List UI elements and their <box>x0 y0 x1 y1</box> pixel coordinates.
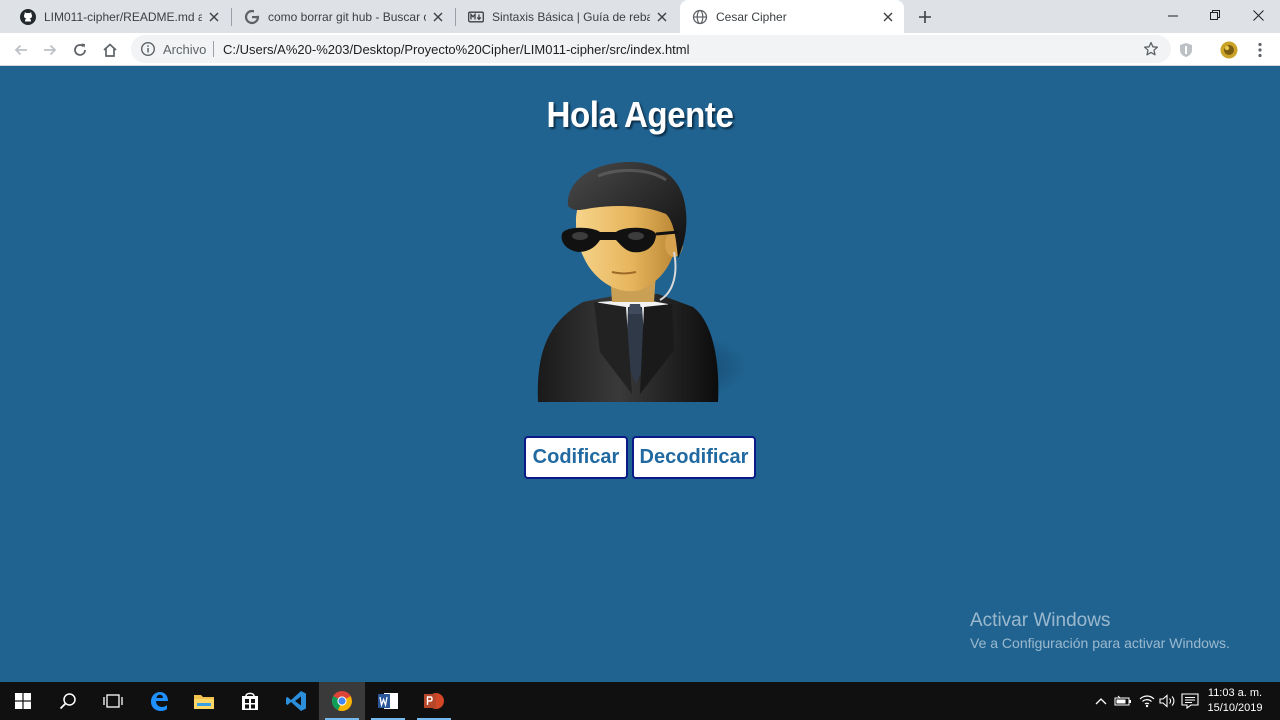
kebab-menu-icon <box>1258 42 1262 58</box>
battery-icon[interactable] <box>1114 693 1132 709</box>
close-icon[interactable] <box>430 9 446 25</box>
url-text[interactable]: C:/Users/A%20-%203/Desktop/Proyecto%20Ci… <box>223 42 690 57</box>
tab-cesar-cipher[interactable]: Cesar Cipher <box>680 0 904 33</box>
word-icon <box>378 693 398 709</box>
restore-button[interactable] <box>1192 0 1238 30</box>
divider <box>213 41 214 57</box>
start-button[interactable] <box>0 682 46 720</box>
page-title: Hola Agente <box>546 94 734 135</box>
bookmark-star-icon <box>1143 41 1159 56</box>
windows-taskbar: 11:03 a. m. 15/10/2019 <box>0 682 1280 720</box>
minimize-button[interactable] <box>1150 0 1196 30</box>
back-button[interactable] <box>8 37 34 63</box>
wifi-icon[interactable] <box>1138 693 1156 709</box>
file-explorer-icon <box>194 695 214 709</box>
edge-app[interactable] <box>136 682 182 720</box>
tab-google-search[interactable]: como borrar git hub - Buscar con <box>232 0 454 33</box>
chrome-icon <box>331 691 353 712</box>
clock-time: 11:03 a. m. <box>1207 687 1263 699</box>
tab-title: LIM011-cipher/README.md at m <box>44 9 202 24</box>
search-icon <box>59 693 76 710</box>
markdown-icon <box>468 9 484 25</box>
vscode-icon <box>286 691 306 711</box>
menu-button[interactable] <box>1251 41 1269 59</box>
close-icon <box>1252 9 1264 21</box>
task-view-icon <box>103 694 123 708</box>
secret-agent-avatar <box>528 162 752 412</box>
store-app[interactable] <box>227 682 273 720</box>
start-icon <box>15 693 31 709</box>
page-content: Hola Agente Codificar Decodificar Activa… <box>0 66 1280 682</box>
watermark-title: Activar Windows <box>970 610 1111 631</box>
home-icon <box>103 43 117 57</box>
profile-avatar[interactable] <box>1220 41 1238 59</box>
plus-icon <box>919 11 931 23</box>
vscode-app[interactable] <box>273 682 319 720</box>
security-label: Archivo <box>163 42 207 57</box>
powerpoint-app[interactable] <box>411 682 457 720</box>
file-explorer-app[interactable] <box>181 682 227 720</box>
extension-shield-icon[interactable] <box>1177 41 1195 59</box>
tab-github-readme[interactable]: LIM011-cipher/README.md at m <box>8 0 230 33</box>
encode-button[interactable]: Codificar <box>524 436 628 479</box>
decode-button[interactable]: Decodificar <box>632 436 756 479</box>
info-icon <box>140 41 156 57</box>
clock-date: 15/10/2019 <box>1207 702 1263 714</box>
tab-title: Cesar Cipher <box>716 9 787 24</box>
chevron-up-icon <box>1095 698 1107 705</box>
github-icon <box>20 8 36 25</box>
forward-button[interactable] <box>37 37 63 63</box>
show-hidden-icons-button[interactable] <box>1092 693 1110 709</box>
tab-title: Sintaxis Básica | Guía de rebajas <box>492 9 650 24</box>
new-tab-button[interactable] <box>913 5 937 29</box>
minimize-icon <box>1167 15 1178 16</box>
globe-icon <box>692 9 708 25</box>
back-arrow-icon <box>14 44 27 56</box>
close-window-button[interactable] <box>1235 0 1280 30</box>
watermark-subtitle: Ve a Configuración para activar Windows. <box>970 635 1230 651</box>
notifications-icon[interactable] <box>1181 693 1199 709</box>
address-bar[interactable]: Archivo C:/Users/A%20-%203/Desktop/Proye… <box>131 35 1171 63</box>
browser-tab-strip: LIM011-cipher/README.md at m como borrar… <box>0 0 1280 33</box>
close-icon[interactable] <box>880 9 896 25</box>
restore-icon <box>1209 9 1220 20</box>
google-icon <box>244 9 260 25</box>
close-icon[interactable] <box>206 9 222 25</box>
chrome-app[interactable] <box>319 682 365 720</box>
home-button[interactable] <box>97 37 123 63</box>
volume-icon[interactable] <box>1159 693 1177 709</box>
close-icon[interactable] <box>654 9 670 25</box>
reload-icon <box>74 43 86 56</box>
task-view-button[interactable] <box>90 682 136 720</box>
forward-arrow-icon <box>44 44 57 56</box>
taskbar-clock[interactable]: 11:03 a. m. 15/10/2019 <box>1204 686 1266 716</box>
store-icon <box>242 692 258 710</box>
reload-button[interactable] <box>67 37 93 63</box>
search-button[interactable] <box>45 682 91 720</box>
windows-activation-watermark: Activar Windows Ve a Configuración para … <box>970 610 1230 651</box>
word-app[interactable] <box>365 682 411 720</box>
edge-icon <box>151 692 168 711</box>
powerpoint-icon <box>424 693 444 709</box>
tab-title: como borrar git hub - Buscar con <box>268 9 426 24</box>
tab-markdown-guide[interactable]: Sintaxis Básica | Guía de rebajas <box>456 0 678 33</box>
browser-toolbar: Archivo C:/Users/A%20-%203/Desktop/Proye… <box>0 33 1280 66</box>
